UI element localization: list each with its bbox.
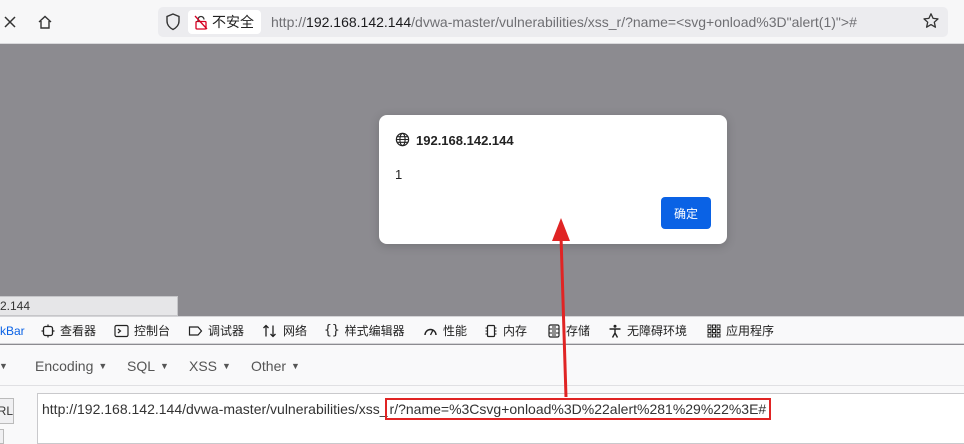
annotation-arrow [552, 218, 570, 398]
